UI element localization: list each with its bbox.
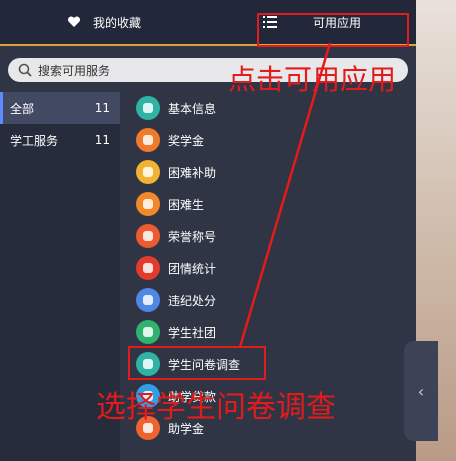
annotation-click-available: 点击可用应用 bbox=[228, 63, 397, 96]
annotation-select-survey: 选择学生问卷调查 bbox=[96, 390, 336, 425]
